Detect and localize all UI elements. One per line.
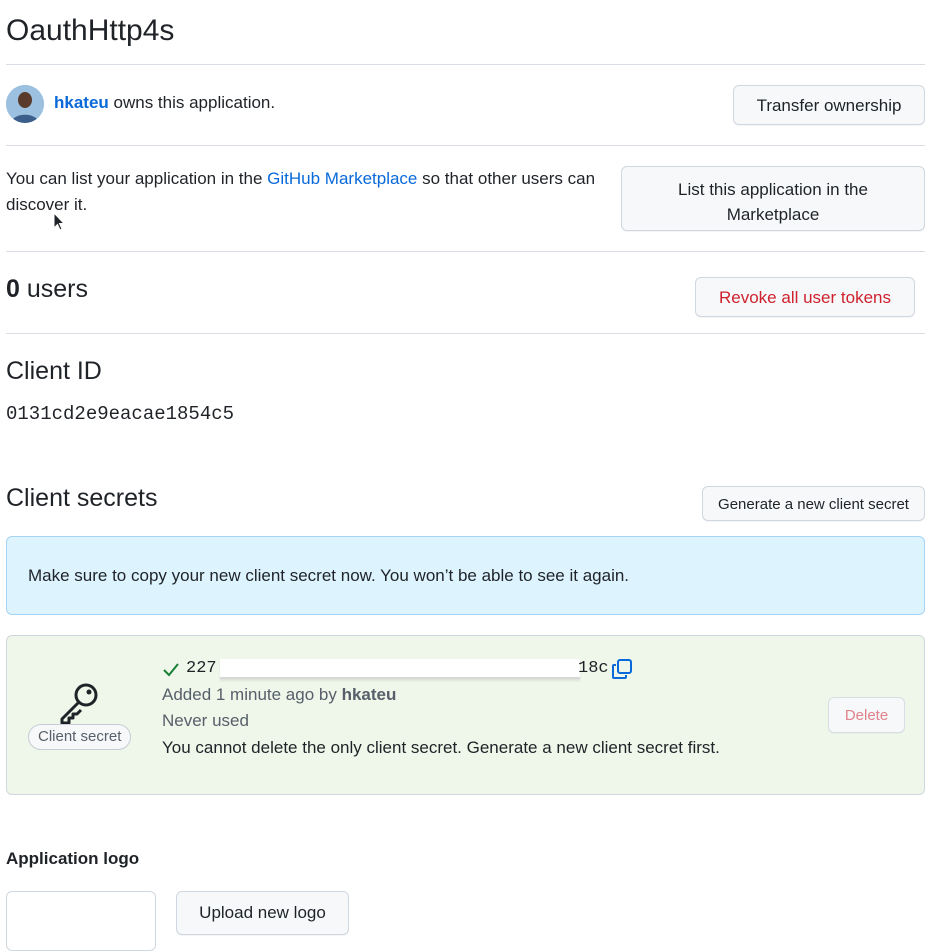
delete-secret-button[interactable]: Delete — [828, 697, 905, 733]
client-secret-item: Client secret 227 18c Added 1 minute ago… — [6, 635, 925, 795]
key-icon — [60, 683, 98, 725]
logo-preview — [6, 891, 156, 951]
page-title: OauthHttp4s — [6, 14, 175, 47]
marketplace-text-before: You can list your application in the — [6, 169, 268, 188]
marketplace-button-line2: Marketplace — [726, 205, 820, 224]
client-secrets-heading: Client secrets — [6, 484, 158, 512]
divider — [6, 333, 925, 334]
owner-username-link[interactable]: hkateu — [54, 93, 109, 112]
secret-redaction — [220, 659, 580, 679]
application-logo-heading: Application logo — [6, 849, 140, 868]
generate-client-secret-button[interactable]: Generate a new client secret — [702, 486, 925, 521]
flash-message-text: Make sure to copy your new client secret… — [28, 566, 630, 585]
marketplace-description: You can list your application in the Git… — [6, 166, 616, 218]
owner-text: owns this application. — [108, 93, 276, 112]
secret-added-by: hkateu — [341, 685, 397, 704]
upload-logo-button[interactable]: Upload new logo — [176, 891, 349, 935]
mouse-cursor-icon — [53, 212, 65, 231]
secret-usage: Never used — [162, 711, 249, 730]
users-count-label: users — [19, 275, 88, 303]
secret-delete-note: You cannot delete the only client secret… — [162, 738, 720, 757]
secret-value-suffix: 18c — [578, 659, 609, 678]
client-secret-badge: Client secret — [28, 724, 132, 750]
secret-added-text: Added 1 minute ago by — [162, 685, 342, 704]
client-id-heading: Client ID — [6, 357, 102, 385]
copy-icon[interactable] — [611, 658, 633, 680]
avatar-image — [6, 85, 44, 123]
marketplace-button-line1: List this application in the — [678, 180, 868, 199]
users-count: 0 users — [6, 275, 88, 304]
secret-value-prefix: 227 — [186, 659, 217, 678]
github-marketplace-link[interactable]: GitHub Marketplace — [267, 169, 417, 188]
divider — [6, 145, 925, 146]
client-id-value: 0131cd2e9eacae1854c5 — [6, 403, 235, 425]
revoke-all-tokens-button[interactable]: Revoke all user tokens — [695, 277, 915, 317]
list-in-marketplace-button[interactable]: List this application in the Marketplace — [621, 166, 925, 231]
divider — [6, 251, 925, 252]
owner-line: hkateu owns this application. — [54, 93, 275, 113]
users-count-number: 0 — [6, 275, 20, 303]
secret-added-info: Added 1 minute ago by hkateu — [162, 685, 396, 705]
divider — [6, 64, 925, 65]
check-icon — [163, 663, 179, 677]
copy-secret-flash-message: Make sure to copy your new client secret… — [6, 536, 925, 615]
avatar[interactable] — [6, 85, 44, 123]
transfer-ownership-button[interactable]: Transfer ownership — [733, 85, 925, 125]
